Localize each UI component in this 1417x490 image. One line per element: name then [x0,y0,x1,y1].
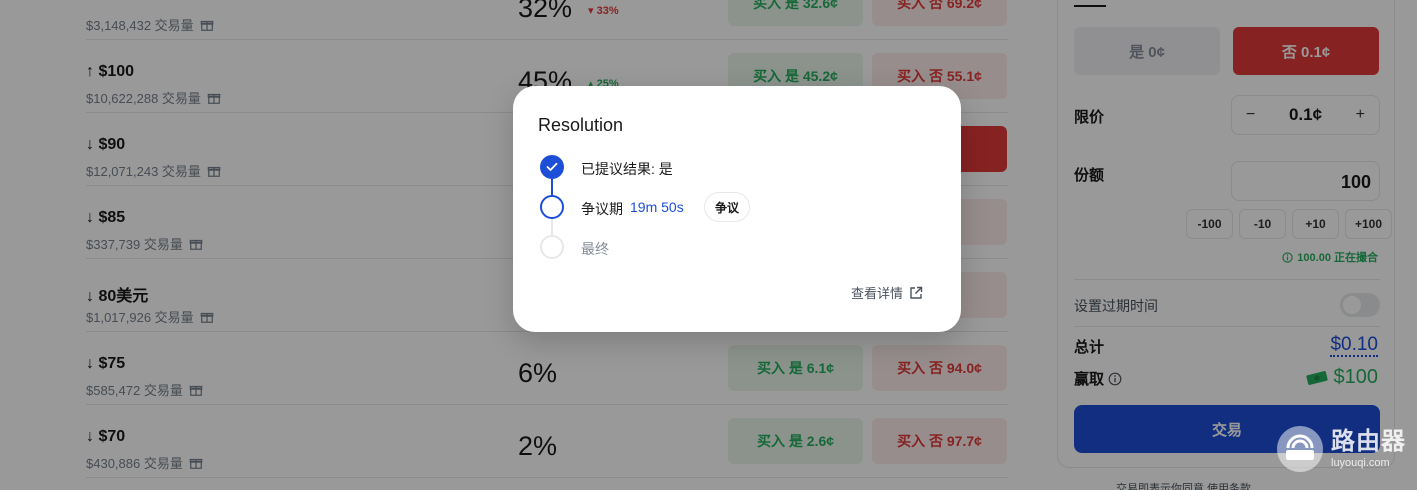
watermark-name: 路由器 [1331,427,1406,455]
router-logo-icon [1277,426,1323,472]
modal-title: Resolution [538,115,624,135]
check-icon [546,162,558,171]
step-dispute-period-label: 争议期 [581,201,623,217]
view-details-link[interactable]: 查看详情 [851,283,923,302]
watermark-site: luyouqi.com [1331,456,1390,469]
watermark: 路由器 luyouqi.com [1277,426,1406,472]
step-pending-icon [540,235,564,259]
dispute-button[interactable]: 争议 [704,192,751,222]
step-done-icon [540,155,564,179]
external-link-icon [910,286,923,299]
dispute-countdown: 19m 50s [630,199,684,215]
step-proposed-label: 已提议结果: 是 [581,161,673,177]
step-final-label: 最终 [581,241,609,257]
step-active-icon [540,195,564,219]
resolution-modal: Resolution 已提议结果: 是 争议期 19m 50s 争议 最终 查看… [513,86,961,332]
